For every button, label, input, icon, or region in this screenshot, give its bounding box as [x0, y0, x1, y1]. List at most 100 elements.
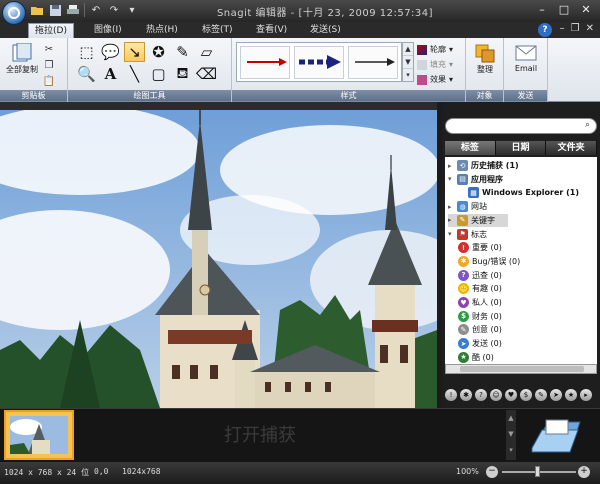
highlighter-tool-icon[interactable]: ▱: [196, 42, 217, 62]
send-group: Email 发送: [504, 38, 548, 102]
tree-item[interactable]: ▾ ▤ 应用程序: [448, 173, 503, 186]
tree-item[interactable]: ☺ 有趣 (0): [458, 282, 502, 295]
gallery-down-icon[interactable]: ▼: [403, 56, 413, 69]
collapse-icon[interactable]: ▾: [448, 230, 454, 238]
tag-send-icon[interactable]: ➤: [550, 389, 562, 401]
tree-item[interactable]: ★ 酷 (0): [458, 351, 494, 364]
tray-scroll-down-icon[interactable]: ▼: [506, 426, 516, 442]
search-input[interactable]: [445, 118, 597, 134]
tree-item[interactable]: ▸ ⟲ 历史捕获 (1): [448, 159, 519, 172]
tree-item[interactable]: ➤ 发送 (0): [458, 337, 502, 350]
tab-image[interactable]: 图像(I): [88, 23, 128, 38]
folder-open-icon[interactable]: [30, 3, 44, 17]
arrange-button[interactable]: 整理: [471, 42, 499, 75]
stamp-tool-icon[interactable]: ✪: [148, 42, 169, 62]
style-red-arrow[interactable]: [240, 46, 290, 79]
style-black-arrow[interactable]: [348, 46, 398, 79]
tree-horizontal-scrollbar[interactable]: [445, 364, 597, 374]
arrow-tool-icon[interactable]: ↘: [124, 42, 145, 62]
copy-all-button[interactable]: 全部复制: [2, 42, 42, 75]
line-tool-icon[interactable]: ╲: [124, 64, 145, 84]
tab-tags-view[interactable]: 标签: [445, 141, 496, 155]
shape-tool-icon[interactable]: ▢: [148, 64, 169, 84]
tag-finance-icon[interactable]: $: [520, 389, 532, 401]
fill-tool-icon[interactable]: ⛾: [172, 64, 193, 84]
selection-tool-icon[interactable]: ⬚: [76, 42, 97, 62]
undo-icon[interactable]: ↶: [89, 3, 103, 17]
effects-button[interactable]: 效果 ▾: [417, 74, 453, 85]
tag-interesting-icon[interactable]: ☺: [490, 389, 502, 401]
close-icon[interactable]: ✕: [576, 2, 596, 18]
zoom-slider-thumb[interactable]: [535, 466, 540, 477]
tree-item[interactable]: ▾ ⚑ 标志: [448, 228, 487, 241]
snagit-menu-button[interactable]: [2, 1, 26, 25]
tree-item[interactable]: $ 财务 (0): [458, 310, 502, 323]
style-gallery: [236, 42, 402, 82]
outline-button[interactable]: 轮廓 ▾: [417, 44, 453, 55]
gallery-up-icon[interactable]: ▲: [403, 43, 413, 56]
tab-drag[interactable]: 拖拉(D): [28, 23, 74, 38]
expand-icon[interactable]: ▸: [448, 203, 454, 211]
callout-tool-icon[interactable]: 💬: [100, 42, 121, 62]
tree-item[interactable]: ▦ Windows Explorer (1): [468, 186, 579, 199]
minimize-icon[interactable]: –: [532, 2, 552, 18]
tag-private-icon[interactable]: ♥: [505, 389, 517, 401]
tree-item[interactable]: ✱ Bug/错误 (0): [458, 255, 520, 268]
copy-icon[interactable]: ❐: [42, 58, 56, 72]
maximize-icon[interactable]: □: [554, 2, 574, 18]
open-library-icon[interactable]: [528, 412, 588, 458]
paste-icon[interactable]: 📋: [42, 74, 56, 88]
tab-date-view[interactable]: 日期: [495, 141, 547, 155]
search-icon[interactable]: ⌕: [585, 120, 597, 132]
tray-scroll-expand-icon[interactable]: ▾: [506, 442, 516, 458]
zoom-out-icon[interactable]: −: [486, 466, 498, 478]
tree-item[interactable]: ✎ 创意 (0): [458, 323, 502, 336]
zoom-in-icon[interactable]: +: [578, 466, 590, 478]
tab-hotspot[interactable]: 热点(H): [140, 23, 184, 38]
tag-cool-icon[interactable]: ★: [565, 389, 577, 401]
tab-send[interactable]: 发送(S): [304, 23, 347, 38]
image-canvas[interactable]: [0, 110, 437, 408]
capture-thumbnail[interactable]: [4, 410, 74, 460]
tree-item[interactable]: ♥ 私人 (0): [458, 296, 502, 309]
tag-review-icon[interactable]: ?: [475, 389, 487, 401]
help-icon[interactable]: ?: [538, 23, 552, 37]
scrollbar-thumb[interactable]: [460, 366, 584, 372]
ribbon-close-icon[interactable]: ✕: [586, 23, 594, 34]
tree-item[interactable]: ▸ ✎ 关键字: [448, 213, 508, 227]
expand-icon[interactable]: ▸: [448, 216, 454, 224]
copy-all-label: 全部复制: [6, 65, 38, 74]
tray-scroll-up-icon[interactable]: ▲: [506, 410, 516, 426]
dropdown-icon[interactable]: ▾: [125, 3, 139, 17]
style-gallery-scroll[interactable]: ▲ ▼ ▾: [402, 42, 414, 82]
print-icon[interactable]: [66, 3, 80, 17]
pen-tool-icon[interactable]: ✎: [172, 42, 193, 62]
tree-item[interactable]: ▸ ◍ 网站: [448, 200, 487, 213]
collapse-icon[interactable]: ▾: [448, 175, 454, 183]
tag-important-icon[interactable]: !: [445, 389, 457, 401]
text-tool-icon[interactable]: A: [100, 64, 121, 84]
copy-all-icon: [9, 42, 35, 64]
ribbon-minimize-icon[interactable]: –: [560, 23, 565, 34]
tree-item[interactable]: ? 迅查 (0): [458, 269, 502, 282]
tab-folder-view[interactable]: 文件夹: [546, 141, 598, 155]
zoom-tool-icon[interactable]: 🔍: [76, 64, 97, 84]
tab-view[interactable]: 查看(V): [250, 23, 293, 38]
tag-bug-icon[interactable]: ✱: [460, 389, 472, 401]
tray-scrollbar[interactable]: ▲ ▼ ▾: [506, 410, 516, 460]
fill-button[interactable]: 填充 ▾: [417, 59, 453, 70]
tag-more-icon[interactable]: ▸: [580, 389, 592, 401]
cut-icon[interactable]: ✂: [42, 42, 56, 56]
redo-icon[interactable]: ↷: [107, 3, 121, 17]
eraser-tool-icon[interactable]: ⌫: [196, 64, 217, 84]
gallery-more-icon[interactable]: ▾: [403, 69, 413, 82]
tree-item[interactable]: ! 重要 (0): [458, 241, 502, 254]
expand-icon[interactable]: ▸: [448, 162, 454, 170]
interesting-icon: ☺: [458, 283, 469, 295]
save-icon[interactable]: [48, 3, 62, 17]
tab-tags[interactable]: 标签(T): [196, 23, 239, 38]
style-navy-dashed-arrow[interactable]: [294, 46, 344, 79]
email-button[interactable]: Email: [510, 42, 542, 73]
tag-idea-icon[interactable]: ✎: [535, 389, 547, 401]
ribbon-restore-icon[interactable]: ❐: [571, 23, 580, 34]
